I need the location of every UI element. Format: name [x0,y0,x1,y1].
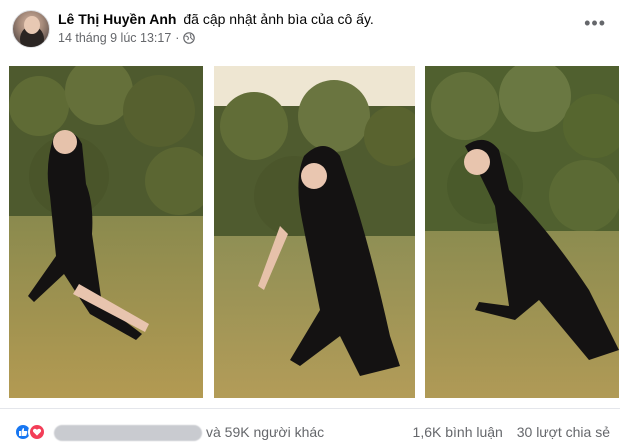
post-footer: và 59K người khác 1,6K bình luận 30 lượt… [0,408,620,448]
love-icon [28,423,46,441]
photo-grid [0,58,620,406]
post-meta: 14 tháng 9 lúc 13:17 · [58,31,196,45]
author-avatar[interactable] [12,10,50,48]
post-stats: 1,6K bình luận 30 lượt chia sẻ [413,424,610,440]
reactions-count[interactable]: và 59K người khác [206,424,324,440]
globe-icon[interactable] [183,32,196,44]
more-horizontal-icon[interactable]: ••• [584,14,606,32]
photo-1[interactable] [9,66,203,398]
photo-3[interactable] [425,66,619,398]
meta-separator: · [175,31,180,45]
redacted-reactor-name [54,425,202,441]
photo-2[interactable] [214,66,415,398]
reaction-icons[interactable] [14,423,46,441]
post-action-text: đã cập nhật ảnh bìa của cô ấy. [183,11,374,27]
post-header: Lê Thị Huyền Anh đã cập nhật ảnh bìa của… [0,0,620,58]
post-title-line: Lê Thị Huyền Anh đã cập nhật ảnh bìa của… [58,11,374,27]
author-name[interactable]: Lê Thị Huyền Anh [58,11,176,27]
post-timestamp[interactable]: 14 tháng 9 lúc 13:17 [58,31,171,45]
shares-count[interactable]: 30 lượt chia sẻ [517,424,610,440]
comments-count[interactable]: 1,6K bình luận [413,424,503,440]
